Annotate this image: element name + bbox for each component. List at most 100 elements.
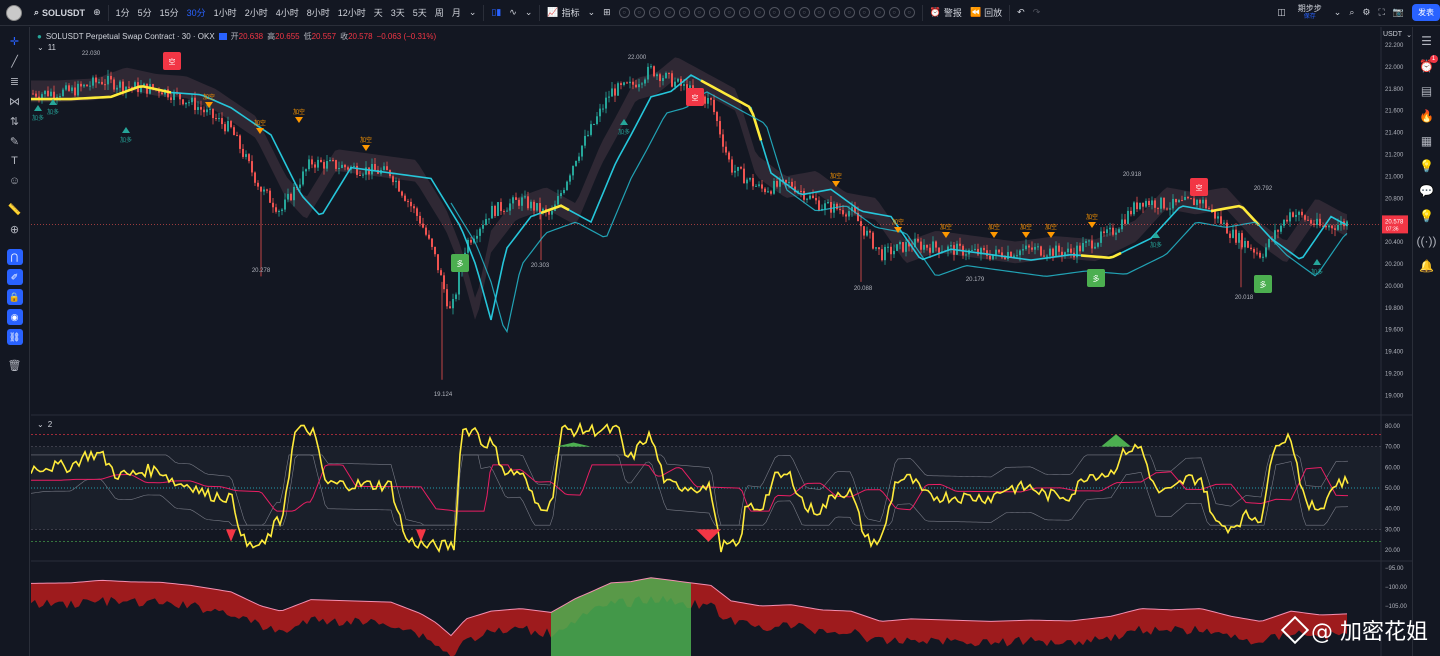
favorite-tool-icon[interactable]: ○ [738,7,750,18]
idea-stream-icon[interactable]: 💡 [1419,208,1435,224]
fib-retracement-icon[interactable]: ≣ [7,73,23,89]
replay-button[interactable]: ⏪ 回放 [966,0,1006,26]
lock-icon[interactable]: 🔒 [6,289,23,305]
favorite-tool-icon[interactable]: ○ [648,7,660,18]
layout-grid-button[interactable]: ⊞ [599,0,615,26]
line-type-button[interactable]: ∿ [505,0,521,26]
zoom-in-icon[interactable]: ⊕ [7,221,23,237]
candle-body [284,199,286,210]
favorite-tool-icon[interactable]: ○ [858,7,870,18]
notifications-icon[interactable]: 🔔 [1419,258,1435,274]
emoji-icon[interactable]: ☺ [7,173,23,189]
indicators-button[interactable]: 📈 指标 [543,0,583,26]
sync-drawings-icon[interactable]: ⛓ [6,329,23,345]
timeframe-button[interactable]: 月 [448,0,465,26]
split-layout-button[interactable]: ◫ [1273,0,1290,26]
chat-icon[interactable]: 💬 [1419,183,1435,199]
timeframe-button[interactable]: 8小时 [303,0,334,26]
favorite-tool-icon[interactable]: ○ [753,7,765,18]
legend-title[interactable]: SOLUSDT Perpetual Swap Contract · 30 · O… [46,32,215,41]
favorite-tool-icon[interactable]: ○ [663,7,675,18]
favorite-tool-icon[interactable]: ○ [873,7,885,18]
rsi-pane-collapse[interactable]: ⌄ 2 [37,420,52,429]
favorite-tool-icon[interactable]: ○ [798,7,810,18]
publish-button[interactable]: 发表 [1412,4,1440,21]
chart-type-dropdown[interactable]: ⌄ [521,0,537,26]
main-pane-collapse[interactable]: ⌄ 11 [37,43,56,52]
favorite-tool-icon[interactable]: ○ [723,7,735,18]
alert-button[interactable]: ⏰ 警报 [926,0,966,26]
candle-body [326,161,328,169]
favorite-tool-icon[interactable]: ○ [768,7,780,18]
timeframe-button[interactable]: 周 [431,0,448,26]
favorite-tool-icon[interactable]: ○ [783,7,795,18]
toolbar-divider [1009,4,1011,21]
stay-drawing-icon[interactable]: ✐ [6,269,23,285]
favorite-tool-icon[interactable]: ○ [693,7,705,18]
timeframe-button[interactable]: 3天 [387,0,409,26]
candle-body [1148,200,1150,206]
hide-drawings-icon[interactable]: ◉ [6,309,23,325]
candle-body [1145,200,1147,207]
layout-save-button[interactable]: 期步步 保存 [1290,4,1330,21]
undo-button[interactable]: ↶ [1013,0,1029,26]
candle-body [1250,247,1252,250]
favorite-tool-icon[interactable]: ○ [618,7,630,18]
timeframe-button[interactable]: 1分 [112,0,134,26]
ruler-icon[interactable]: 📏 [7,201,23,217]
hotlist-icon[interactable]: 🔥 [1419,108,1435,124]
symbol-search-button[interactable]: ⌕ SOLUSDT [30,0,89,26]
fullscreen-button[interactable]: ⛶ [1374,0,1388,26]
crosshair-icon[interactable]: ✛ [7,33,23,49]
timeframe-button[interactable]: 15分 [156,0,183,26]
candle-body [974,248,976,250]
settings-button[interactable]: ⚙ [1358,0,1374,26]
flag-icon[interactable] [218,33,227,40]
text-icon[interactable]: T [7,153,23,169]
timeframe-button[interactable]: 2小时 [241,0,272,26]
trash-icon[interactable]: 🗑 [7,357,23,373]
chart-canvas[interactable]: 空空空多多多加空加空加空加空加空加空加空 加空 加空 加空加空加多加多加多加多加多加多… [31,27,1412,656]
chart-area[interactable]: 空空空多多多加空 加空 加空 加空 加空 加空 加空 加空 加空 加空 加空 加多 加多 加多 加多 加多 加多… [31,27,1412,656]
timeframe-button[interactable]: 5天 [409,0,431,26]
timeframe-dropdown[interactable]: ⌄ [465,0,481,26]
streams-icon[interactable]: ((·)) [1417,233,1437,249]
currency-selector[interactable]: USDT ⌄ [1383,31,1412,39]
favorite-tool-icon[interactable]: ○ [843,7,855,18]
favorite-tool-icon[interactable]: ○ [678,7,690,18]
favorite-tool-icon[interactable]: ○ [633,7,645,18]
candle-body [734,170,736,173]
data-window-icon[interactable]: ▤ [1419,83,1435,99]
indicators-dropdown[interactable]: ⌄ [584,0,600,26]
snapshot-button[interactable]: 📷 [1389,0,1408,26]
timeframe-button[interactable]: 5分 [134,0,156,26]
favorite-tool-icon[interactable]: ○ [903,7,915,18]
candle-body [905,242,907,252]
timeframe-button[interactable]: 30分 [183,0,210,26]
favorite-tool-icon[interactable]: ○ [813,7,825,18]
quick-search-button[interactable]: ⌕ [1345,0,1358,26]
candle-body [926,244,928,248]
avatar[interactable] [6,4,22,21]
favorite-tool-icon[interactable]: ○ [828,7,840,18]
candle-body [179,93,181,100]
magnet-icon[interactable]: ⋂ [6,249,23,265]
timeframe-button[interactable]: 12小时 [334,0,370,26]
favorite-tool-icon[interactable]: ○ [888,7,900,18]
timeframe-button[interactable]: 1小时 [210,0,241,26]
trend-line-icon[interactable]: ╱ [7,53,23,69]
watchlist-icon[interactable]: ☰ [1419,33,1435,49]
layout-dropdown[interactable]: ⌄ [1330,0,1346,26]
alerts-icon[interactable]: ⏰ 1 [1419,55,1438,74]
timeframe-button[interactable]: 4小时 [272,0,303,26]
forecast-icon[interactable]: ⇅ [7,113,23,129]
ideas-icon[interactable]: 💡 [1419,158,1435,174]
calendar-icon[interactable]: ▦ [1419,133,1435,149]
pattern-icon[interactable]: ⋈ [7,93,23,109]
compare-symbol-button[interactable]: ⊕ [89,0,105,26]
candle-type-button[interactable]: ▯▮ [487,0,505,26]
redo-button[interactable]: ↷ [1029,0,1045,26]
brush-icon[interactable]: ✎ [7,133,23,149]
timeframe-button[interactable]: 天 [370,0,387,26]
favorite-tool-icon[interactable]: ○ [708,7,720,18]
